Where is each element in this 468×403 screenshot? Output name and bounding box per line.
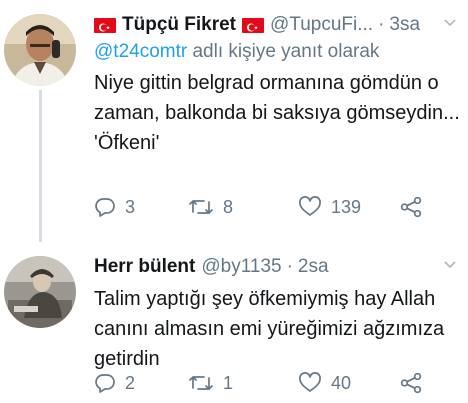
retweet-icon bbox=[189, 376, 213, 390]
action-bar: 3 8 139 bbox=[94, 196, 434, 224]
like-count: 40 bbox=[331, 372, 352, 393]
retweet-count: 8 bbox=[223, 196, 234, 217]
tweet-text: Niye gittin belgrad ormanına gömdün o za… bbox=[94, 72, 460, 154]
like-button[interactable]: 40 bbox=[298, 372, 351, 394]
display-name[interactable]: Tüpçü Fikret bbox=[122, 13, 236, 37]
turkish-flag-icon bbox=[94, 17, 116, 33]
retweet-icon bbox=[189, 200, 213, 214]
share-icon bbox=[400, 372, 422, 394]
avatar[interactable] bbox=[4, 14, 76, 86]
reply-button[interactable]: 3 bbox=[94, 196, 135, 218]
mention-link[interactable]: @t24comtr bbox=[94, 41, 187, 62]
retweet-button[interactable]: 8 bbox=[188, 196, 233, 218]
turkish-flag-icon bbox=[242, 17, 265, 33]
reply-context-text: adlı kişiye yanıt olarak bbox=[187, 41, 380, 62]
reply-context: @t24comtr adlı kişiye yanıt olarak bbox=[94, 40, 460, 64]
display-name[interactable]: Herr bülent bbox=[94, 255, 195, 279]
reply-count: 3 bbox=[125, 196, 136, 217]
like-count: 139 bbox=[331, 196, 362, 217]
share-icon bbox=[400, 196, 422, 218]
tweet-header: Herr bülent @by1135 · 2sa bbox=[94, 254, 460, 280]
like-icon bbox=[299, 372, 321, 392]
share-button[interactable] bbox=[400, 196, 422, 218]
share-button[interactable] bbox=[400, 372, 422, 394]
like-button[interactable]: 139 bbox=[298, 196, 361, 218]
tweet-header: Tüpçü Fikret @TupcuFi... · 3sa bbox=[94, 12, 460, 38]
chevron-down-icon[interactable] bbox=[442, 15, 458, 31]
avatar[interactable] bbox=[4, 256, 76, 328]
action-bar: 2 1 40 bbox=[94, 372, 434, 400]
reply-icon bbox=[95, 374, 115, 393]
like-icon bbox=[299, 196, 321, 216]
separator-dot: · bbox=[378, 14, 385, 35]
retweet-count: 1 bbox=[223, 372, 234, 393]
separator-dot: · bbox=[286, 256, 293, 277]
tweet-2[interactable]: Herr bülent @by1135 · 2sa Talim yaptığı … bbox=[0, 240, 468, 403]
user-handle[interactable]: @by1135 bbox=[201, 255, 281, 279]
user-handle[interactable]: @TupcuFi... bbox=[270, 13, 373, 37]
retweet-button[interactable]: 1 bbox=[188, 372, 233, 394]
reply-count: 2 bbox=[125, 372, 136, 393]
reply-icon bbox=[95, 198, 115, 217]
timestamp[interactable]: 3sa bbox=[389, 13, 420, 37]
reply-button[interactable]: 2 bbox=[94, 372, 135, 394]
tweet-1[interactable]: Tüpçü Fikret @TupcuFi... · 3sa @t24comtr… bbox=[0, 0, 468, 240]
chevron-down-icon[interactable] bbox=[442, 257, 458, 273]
tweet-text: Talim yaptığı şey öfkemiymiş hay Allah c… bbox=[94, 288, 445, 370]
timestamp[interactable]: 2sa bbox=[298, 255, 329, 279]
